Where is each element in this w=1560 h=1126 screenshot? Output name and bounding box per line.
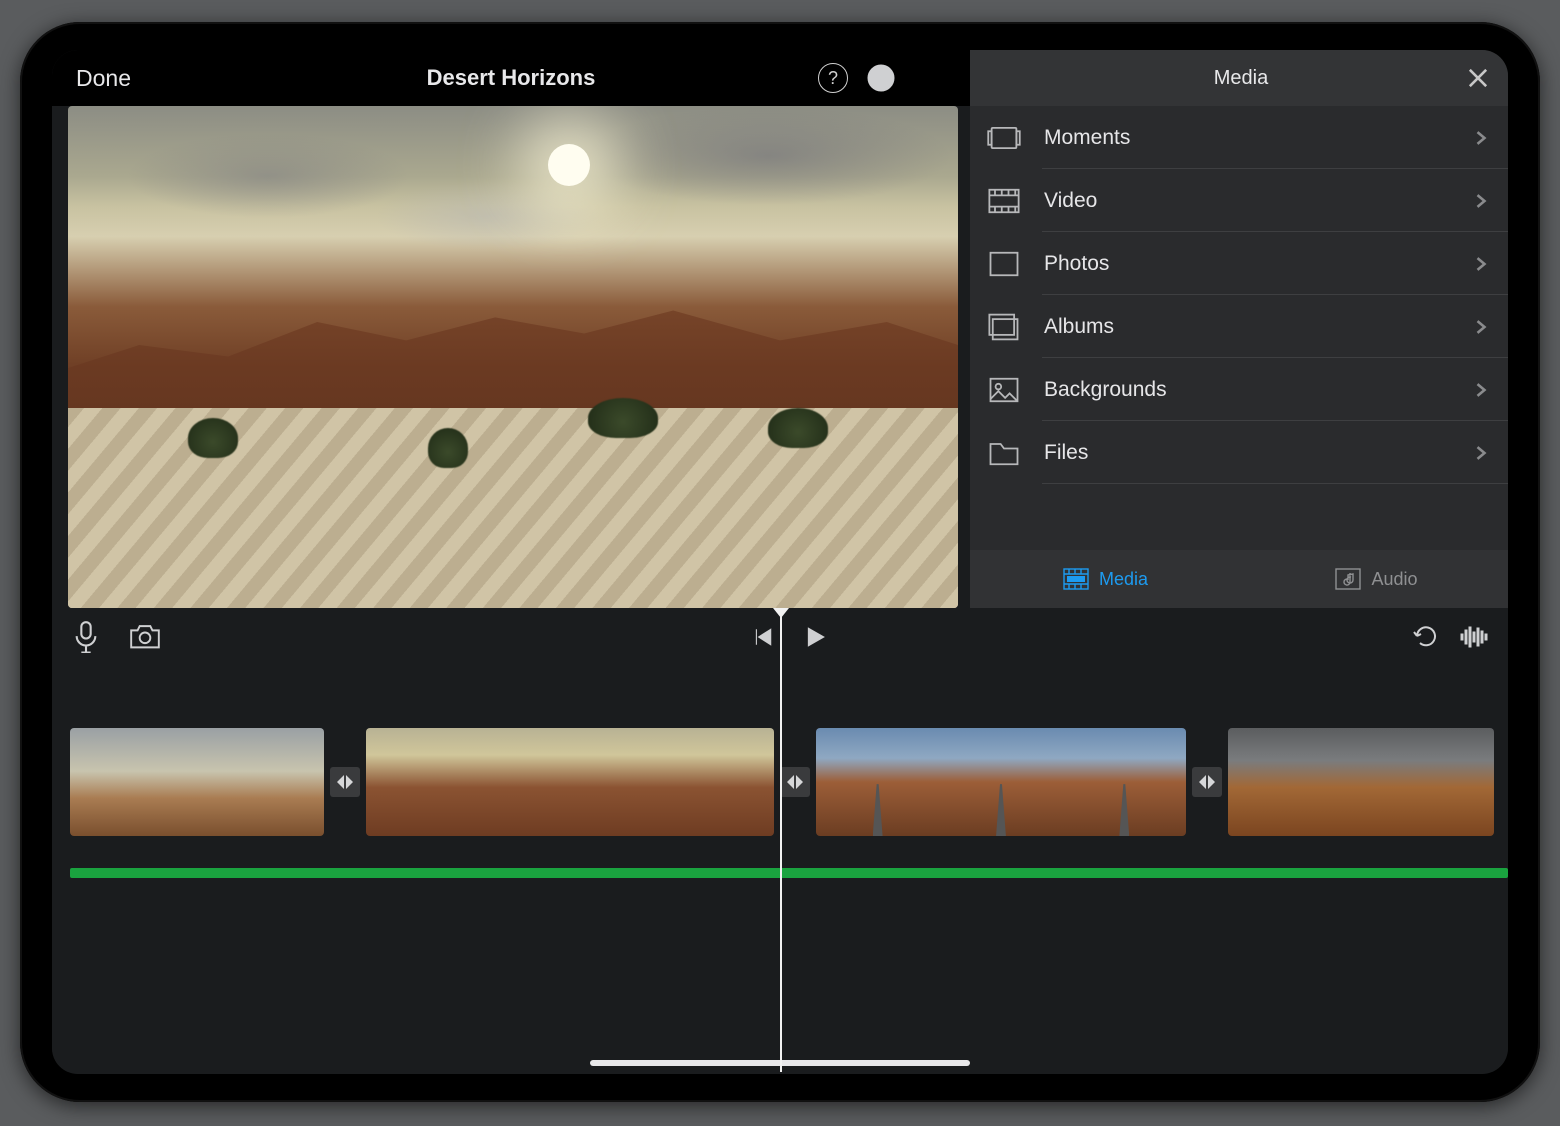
help-icon[interactable]: ? bbox=[818, 63, 848, 93]
timeline-clip[interactable] bbox=[366, 728, 774, 836]
albums-icon bbox=[986, 309, 1022, 345]
screen: Done Desert Horizons ? Media bbox=[52, 50, 1508, 1074]
media-item-label: Backgrounds bbox=[1044, 378, 1474, 402]
video-preview[interactable] bbox=[68, 106, 958, 608]
video-icon bbox=[986, 183, 1022, 219]
media-item-video[interactable]: Video bbox=[970, 169, 1508, 232]
tab-media-label: Media bbox=[1099, 569, 1148, 590]
transition-icon[interactable] bbox=[330, 767, 360, 797]
timeline-clip[interactable] bbox=[70, 728, 324, 836]
media-item-files[interactable]: Files bbox=[970, 421, 1508, 484]
media-tabs: Media Audio bbox=[970, 550, 1508, 608]
transition-icon[interactable] bbox=[1192, 767, 1222, 797]
done-button[interactable]: Done bbox=[52, 65, 155, 92]
moments-icon bbox=[986, 120, 1022, 156]
close-icon[interactable] bbox=[1464, 64, 1492, 92]
microphone-icon[interactable] bbox=[72, 623, 100, 651]
chevron-right-icon bbox=[1474, 131, 1488, 145]
backgrounds-icon bbox=[986, 372, 1022, 408]
chevron-right-icon bbox=[1474, 446, 1488, 460]
device-frame: Done Desert Horizons ? Media bbox=[20, 22, 1540, 1102]
play-icon[interactable] bbox=[804, 626, 826, 648]
filmstrip-icon bbox=[1063, 568, 1089, 590]
playhead[interactable] bbox=[780, 616, 782, 1072]
files-icon bbox=[986, 435, 1022, 471]
tab-audio[interactable]: Audio bbox=[1241, 550, 1508, 608]
chevron-right-icon bbox=[1474, 194, 1488, 208]
media-item-albums[interactable]: Albums bbox=[970, 295, 1508, 358]
media-item-backgrounds[interactable]: Backgrounds bbox=[970, 358, 1508, 421]
media-item-label: Moments bbox=[1044, 126, 1474, 150]
media-panel-title: Media bbox=[1214, 67, 1268, 90]
chevron-right-icon bbox=[1474, 257, 1488, 271]
waveform-icon[interactable] bbox=[1460, 625, 1490, 649]
timeline-clip[interactable] bbox=[1228, 728, 1494, 836]
transition-icon[interactable] bbox=[780, 767, 810, 797]
media-item-label: Albums bbox=[1044, 315, 1474, 339]
media-panel: Media Moments Video Phot bbox=[970, 50, 1508, 608]
tab-media[interactable]: Media bbox=[970, 550, 1241, 608]
settings-gear-icon[interactable] bbox=[866, 63, 896, 93]
photos-icon bbox=[986, 246, 1022, 282]
media-item-label: Video bbox=[1044, 189, 1474, 213]
media-item-label: Photos bbox=[1044, 252, 1474, 276]
chevron-right-icon bbox=[1474, 320, 1488, 334]
media-item-photos[interactable]: Photos bbox=[970, 232, 1508, 295]
camera-icon[interactable] bbox=[128, 624, 162, 650]
media-item-label: Files bbox=[1044, 441, 1474, 465]
audio-track[interactable] bbox=[70, 868, 1508, 878]
media-list: Moments Video Photos Albums bbox=[970, 106, 1508, 550]
tab-audio-label: Audio bbox=[1371, 569, 1417, 590]
media-item-moments[interactable]: Moments bbox=[970, 106, 1508, 169]
media-panel-header: Media bbox=[970, 50, 1508, 106]
chevron-right-icon bbox=[1474, 383, 1488, 397]
skip-back-icon[interactable] bbox=[752, 626, 774, 648]
timeline-clip[interactable] bbox=[816, 728, 1186, 836]
undo-icon[interactable] bbox=[1412, 624, 1438, 650]
audio-icon bbox=[1335, 568, 1361, 590]
